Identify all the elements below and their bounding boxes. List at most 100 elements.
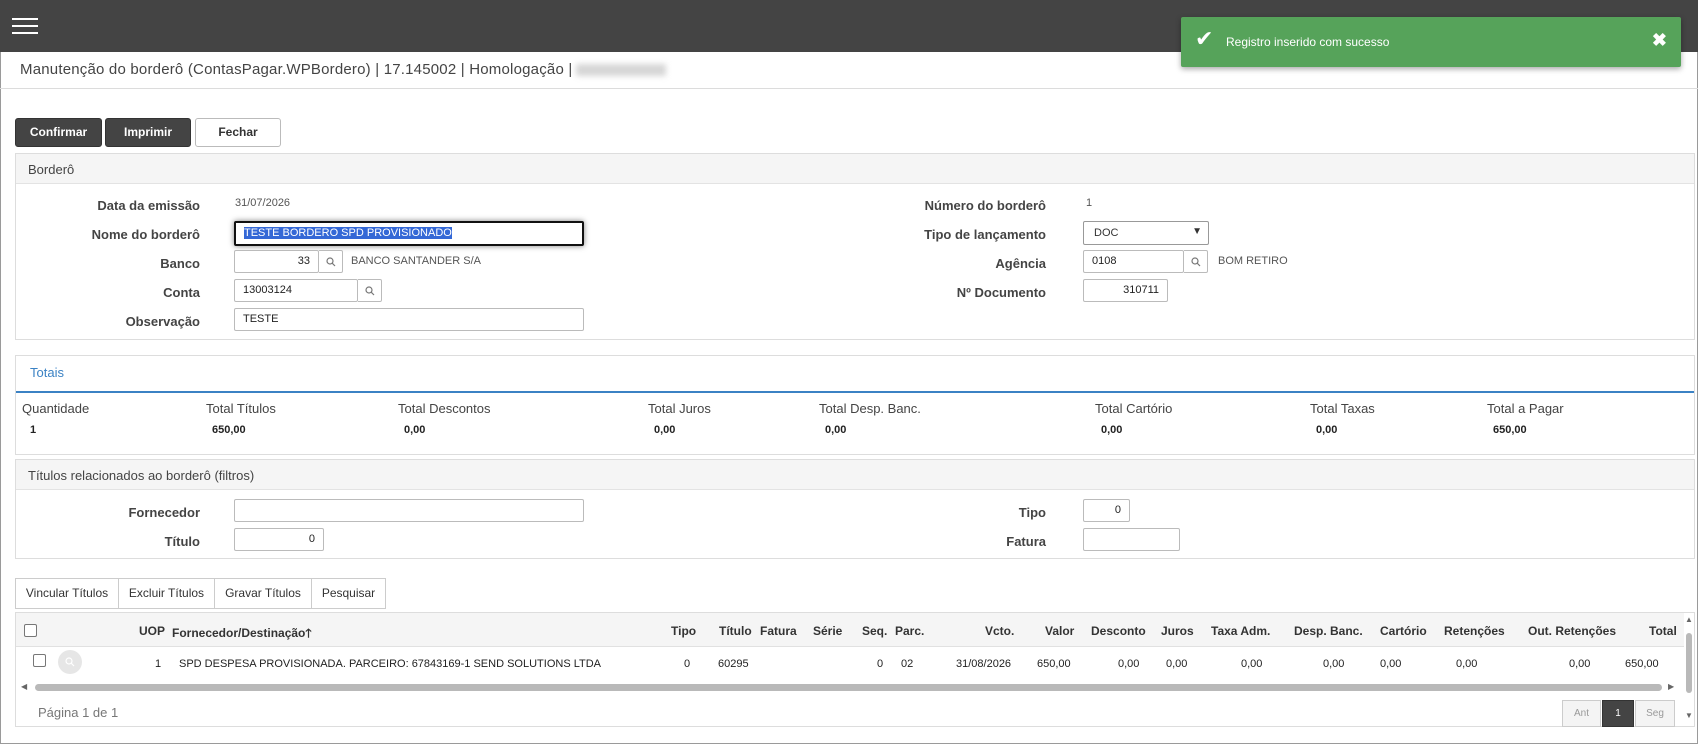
conta-label: Conta	[163, 285, 200, 300]
bordero-panel: Borderô Data da emissão 31/07/2026 Nome …	[15, 153, 1695, 340]
filtros-panel: Títulos relacionados ao borderô (filtros…	[15, 459, 1695, 559]
cell-juros: 0,00	[1166, 658, 1188, 670]
col-serie[interactable]: Série	[813, 624, 842, 638]
col-titulo[interactable]: Título	[719, 624, 752, 638]
col-tipo[interactable]: Tipo	[671, 624, 696, 638]
cell-retencoes: 0,00	[1456, 658, 1478, 670]
tipo-lancamento-select[interactable]: DOC ▼	[1083, 221, 1209, 245]
observacao-input[interactable]: TESTE	[234, 308, 584, 331]
excluir-titulos-button[interactable]: Excluir Títulos	[118, 578, 215, 609]
nome-value: TESTE BORDERO SPD PROVISIONADO	[244, 227, 452, 239]
banco-search-icon[interactable]	[319, 250, 343, 273]
total-label: Total Juros	[648, 401, 711, 416]
cell-seq: 0	[877, 658, 884, 670]
total-value: 0,00	[825, 424, 847, 436]
grid-header: UOP Fornecedor/Destinação🡑 Tipo Título F…	[16, 613, 1684, 647]
check-icon: ✔	[1195, 26, 1214, 51]
tipo-lancamento-label: Tipo de lançamento	[924, 227, 1046, 242]
col-desp-banc[interactable]: Desp. Banc.	[1294, 624, 1363, 638]
section-title: Títulos relacionados ao borderô (filtros…	[16, 460, 1694, 490]
total-label: Total Taxas	[1310, 401, 1375, 416]
print-button[interactable]: Imprimir	[105, 118, 191, 147]
col-seq[interactable]: Seq.	[862, 624, 887, 638]
documento-label: Nº Documento	[956, 285, 1046, 300]
fornecedor-input[interactable]	[234, 499, 584, 522]
page-title: Manutenção do borderô (ContasPagar.WPBor…	[20, 61, 667, 78]
cell-titulo: 60295	[718, 658, 749, 670]
col-fornecedor[interactable]: Fornecedor/Destinação🡑	[172, 624, 312, 645]
tipo-lancamento-value: DOC	[1094, 227, 1119, 239]
cell-tipo: 0	[684, 658, 691, 670]
cell-cartorio: 0,00	[1380, 658, 1402, 670]
page-1-button[interactable]: 1	[1602, 700, 1634, 727]
select-all-checkbox[interactable]	[24, 624, 37, 637]
total-label: Quantidade	[22, 401, 90, 416]
agencia-label: Agência	[995, 256, 1046, 271]
cell-taxa-adm: 0,00	[1241, 658, 1263, 670]
horizontal-scrollbar[interactable]: ◀ ▶	[21, 682, 1679, 692]
scroll-thumb[interactable]	[35, 684, 1662, 691]
redacted-text	[576, 64, 667, 77]
close-button[interactable]: Fechar	[195, 118, 281, 147]
prev-page-button[interactable]: Ant	[1562, 700, 1601, 727]
col-valor[interactable]: Valor	[1045, 624, 1074, 638]
agencia-input[interactable]: 0108	[1083, 250, 1184, 273]
data-emissao-label: Data da emissão	[97, 198, 200, 213]
col-vcto[interactable]: Vcto.	[985, 624, 1014, 638]
col-desconto[interactable]: Desconto	[1091, 624, 1146, 638]
sort-up-icon: 🡑	[305, 626, 312, 640]
menu-icon[interactable]	[12, 16, 38, 36]
observacao-label: Observação	[125, 314, 200, 329]
agencia-search-icon[interactable]	[1184, 250, 1208, 273]
nome-input[interactable]: TESTE BORDERO SPD PROVISIONADO	[234, 221, 584, 246]
scroll-left-icon[interactable]: ◀	[21, 682, 27, 691]
numero-label: Número do borderô	[924, 198, 1046, 213]
vertical-scrollbar[interactable]: ▲ ▼	[1684, 613, 1694, 720]
next-page-button[interactable]: Seg	[1635, 700, 1675, 727]
row-search-icon[interactable]	[58, 650, 82, 674]
row-checkbox[interactable]	[33, 654, 46, 667]
banco-input[interactable]: 33	[234, 250, 319, 273]
pesquisar-button[interactable]: Pesquisar	[311, 578, 386, 609]
total-label: Total a Pagar	[1487, 401, 1564, 416]
gravar-titulos-button[interactable]: Gravar Títulos	[214, 578, 312, 609]
col-taxa-adm[interactable]: Taxa Adm.	[1211, 624, 1270, 638]
total-value: 1	[30, 424, 37, 436]
close-icon[interactable]: ✖	[1652, 31, 1667, 49]
agencia-nome: BOM RETIRO	[1218, 255, 1288, 267]
tipo-input[interactable]: 0	[1083, 499, 1130, 522]
cell-uop: 1	[155, 658, 162, 670]
total-value: 650,00	[212, 424, 246, 436]
total-label: Total Cartório	[1095, 401, 1173, 416]
success-toast: ✔ Registro inserido com sucesso ✖	[1181, 17, 1681, 67]
scroll-thumb[interactable]	[1686, 633, 1692, 693]
cell-desconto: 0,00	[1118, 658, 1140, 670]
totais-panel: Totais Quantidade 1 Total Títulos 650,00…	[15, 355, 1695, 455]
banco-label: Banco	[160, 256, 200, 271]
documento-input[interactable]: 310711	[1083, 279, 1168, 302]
numero-value: 1	[1086, 197, 1093, 209]
col-fatura[interactable]: Fatura	[760, 624, 797, 638]
scroll-right-icon[interactable]: ▶	[1668, 682, 1674, 691]
col-uop[interactable]: UOP	[139, 624, 165, 638]
conta-input[interactable]: 13003124	[234, 279, 358, 302]
col-retencoes[interactable]: Retenções	[1444, 624, 1505, 638]
tab-totais[interactable]: Totais	[30, 365, 64, 380]
fatura-label: Fatura	[1006, 534, 1046, 549]
titulo-input[interactable]: 0	[234, 528, 324, 551]
col-parc[interactable]: Parc.	[895, 624, 924, 638]
scroll-up-icon[interactable]: ▲	[1685, 615, 1693, 624]
chevron-down-icon: ▼	[1192, 226, 1202, 237]
confirm-button[interactable]: Confirmar	[15, 118, 102, 147]
scroll-down-icon[interactable]: ▼	[1685, 711, 1693, 720]
col-out-retencoes[interactable]: Out. Retenções	[1528, 624, 1616, 638]
cell-total: 650,00	[1625, 658, 1659, 670]
vincular-titulos-button[interactable]: Vincular Títulos	[15, 578, 119, 609]
cell-out-retencoes: 0,00	[1569, 658, 1591, 670]
data-emissao-value: 31/07/2026	[235, 197, 291, 209]
col-cartorio[interactable]: Cartório	[1380, 624, 1427, 638]
col-total[interactable]: Total	[1649, 624, 1677, 638]
col-juros[interactable]: Juros	[1161, 624, 1194, 638]
fatura-input[interactable]	[1083, 528, 1180, 551]
conta-search-icon[interactable]	[358, 279, 382, 302]
